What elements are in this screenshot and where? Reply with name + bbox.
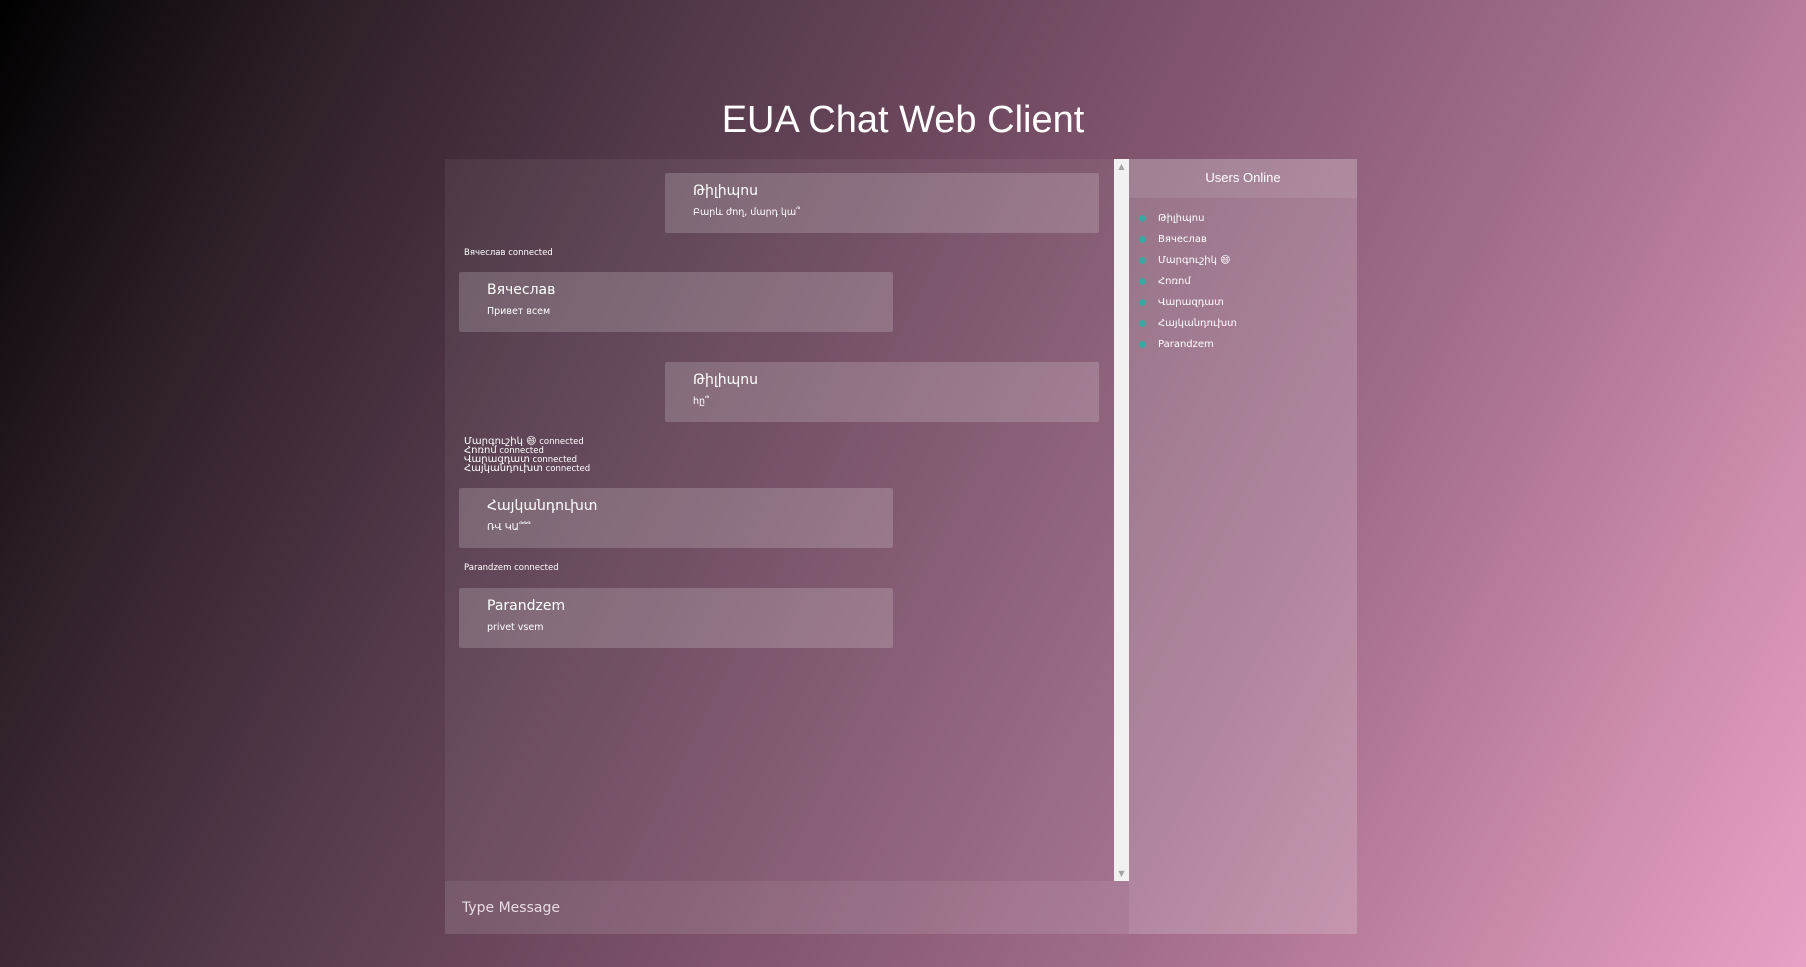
message-card: Parandzem privet vsem <box>459 588 893 648</box>
message-card: Թիլիպոս hը՞ <box>665 362 1099 422</box>
message-text: Բարև ժող, մարդ կա՞ <box>693 207 801 218</box>
users-online-panel: Users Online Թիլիպոս Вячеслав Մարգուշիկ … <box>1129 159 1357 934</box>
online-dot-icon <box>1139 236 1146 243</box>
user-name: Հոռոմ <box>1158 276 1191 287</box>
chat-container: Թիլիպոս Բարև ժող, մարդ կա՞ Вячеслав conn… <box>445 159 1357 934</box>
user-name: Վարազդատ <box>1158 297 1224 308</box>
user-list-item[interactable]: Վարազդատ <box>1129 292 1357 313</box>
online-dot-icon <box>1139 215 1146 222</box>
user-name: Вячеслав <box>1158 234 1207 245</box>
online-dot-icon <box>1139 320 1146 327</box>
user-list-item[interactable]: Մարգուշիկ 😄 <box>1129 250 1357 271</box>
page-title: EUA Chat Web Client <box>721 99 1085 141</box>
message-card: Հայկանդուխտ ՌՎ ԿԱ՞՞՞ <box>459 488 893 548</box>
message-input-bar <box>445 881 1129 934</box>
system-notice-text: connected <box>545 464 591 474</box>
system-notice: Parandzem connected <box>464 564 559 573</box>
message-username: Թիլիպոս <box>693 372 758 388</box>
system-notice-text: connected <box>508 248 553 258</box>
online-dot-icon <box>1139 278 1146 285</box>
message-card: Вячеслав Привет всем <box>459 272 893 332</box>
system-notice-text: connected <box>514 563 559 573</box>
system-notice-user: Вячеслав <box>464 248 506 258</box>
online-dot-icon <box>1139 299 1146 306</box>
message-username: Թիլիպոս <box>693 183 758 199</box>
message-card: Թիլիպոս Բարև ժող, մարդ կա՞ <box>665 173 1099 233</box>
system-notice-text: connected <box>539 437 584 447</box>
message-username: Հայկանդուխտ <box>487 498 598 514</box>
user-list-item[interactable]: Parandzem <box>1129 334 1357 355</box>
user-list-item[interactable]: Թիլիպոս <box>1129 208 1357 229</box>
message-username: Parandzem <box>487 598 566 614</box>
system-notice-user: Հայկանդուխտ <box>464 463 543 474</box>
online-dot-icon <box>1139 257 1146 264</box>
user-list: Թիլիպոս Вячеслав Մարգուշիկ 😄 Հոռոմ Վարազ… <box>1129 198 1357 355</box>
user-name: Հայկանդուխտ <box>1158 318 1237 329</box>
system-notice: Вячеслав connected <box>464 249 553 258</box>
user-list-item[interactable]: Вячеслав <box>1129 229 1357 250</box>
users-online-title: Users Online <box>1129 159 1357 198</box>
message-input[interactable] <box>445 881 1129 934</box>
user-list-item[interactable]: Հայկանդուխտ <box>1129 313 1357 334</box>
messages-scrollbar[interactable]: ▲ ▼ <box>1114 159 1129 881</box>
scroll-up-arrow-icon[interactable]: ▲ <box>1114 159 1129 174</box>
online-dot-icon <box>1139 341 1146 348</box>
user-name: Մարգուշիկ 😄 <box>1158 255 1231 266</box>
user-name: Թիլիպոս <box>1158 213 1205 224</box>
message-username: Вячеслав <box>487 282 556 298</box>
system-notice: Հայկանդուխտ connected <box>464 464 590 474</box>
user-list-item[interactable]: Հոռոմ <box>1129 271 1357 292</box>
message-text: ՌՎ ԿԱ՞՞՞ <box>487 522 531 533</box>
user-name: Parandzem <box>1158 339 1214 350</box>
system-notice-user: Parandzem <box>464 563 512 573</box>
messages-panel[interactable]: Թիլիպոս Բարև ժող, մարդ կա՞ Вячеслав conn… <box>445 159 1114 881</box>
scroll-down-arrow-icon[interactable]: ▼ <box>1114 866 1129 881</box>
message-text: Привет всем <box>487 306 551 317</box>
message-text: privet vsem <box>487 622 544 633</box>
message-text: hը՞ <box>693 396 709 407</box>
